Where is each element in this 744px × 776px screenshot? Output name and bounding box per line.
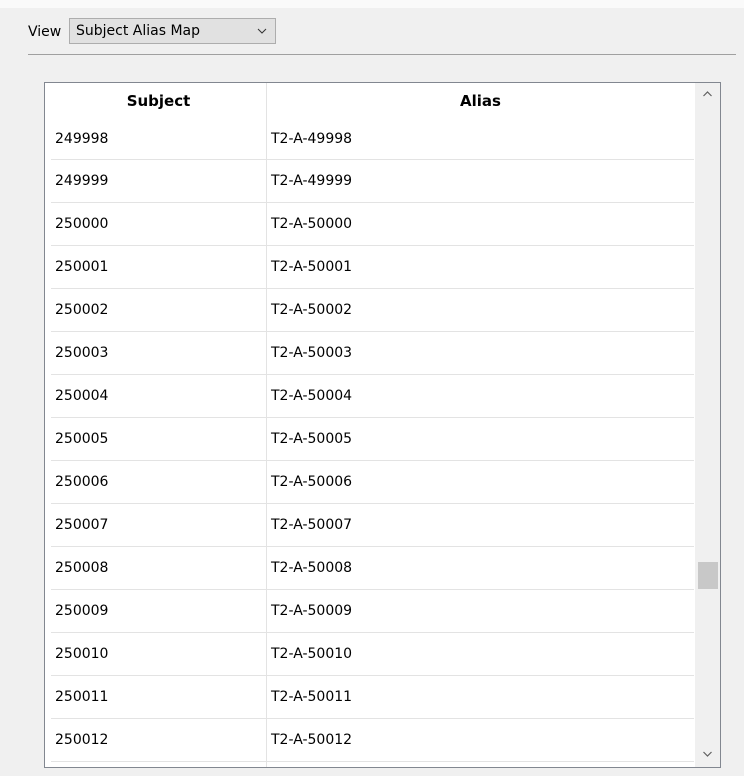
cell-alias: T2-A-50006 bbox=[271, 474, 353, 490]
column-header-alias[interactable]: Alias bbox=[267, 83, 694, 119]
view-select[interactable]: Subject Alias Map bbox=[69, 18, 276, 44]
vertical-scrollbar[interactable] bbox=[695, 83, 720, 767]
window: View Subject Alias Map Subject Alias 249… bbox=[0, 0, 744, 776]
chevron-down-icon bbox=[257, 28, 267, 34]
cell-subject: 250005 bbox=[55, 431, 109, 447]
cell-alias: T2-A-49999 bbox=[271, 173, 353, 189]
table-body: 249998 T2-A-49998 249999 T2-A-49999 250000 T2… bbox=[51, 119, 694, 762]
cell-subject: 249999 bbox=[55, 173, 109, 189]
cell-subject: 250001 bbox=[55, 259, 109, 275]
table-row[interactable]: 250010 T2-A-50010 bbox=[51, 633, 694, 676]
cell-alias: T2-A-50000 bbox=[271, 216, 353, 232]
table-row[interactable]: 250005 T2-A-50005 bbox=[51, 418, 694, 461]
table-row[interactable]: 250003 T2-A-50003 bbox=[51, 332, 694, 375]
cell-alias: T2-A-50002 bbox=[271, 302, 353, 318]
table-grid: Subject Alias 249998 T2-A-49998 249999 T2-A… bbox=[51, 83, 694, 767]
cell-subject: 250002 bbox=[55, 302, 109, 318]
cell-alias: T2-A-50012 bbox=[271, 732, 353, 748]
table-row[interactable]: 250002 T2-A-50002 bbox=[51, 289, 694, 332]
cell-subject: 250008 bbox=[55, 560, 109, 576]
table-row[interactable]: 250006 T2-A-50006 bbox=[51, 461, 694, 504]
table-row[interactable]: 250007 T2-A-50007 bbox=[51, 504, 694, 547]
cell-subject: 249998 bbox=[55, 131, 109, 147]
cell-subject: 250003 bbox=[55, 345, 109, 361]
view-label: View bbox=[28, 24, 62, 40]
table-header: Subject Alias bbox=[51, 83, 694, 119]
cell-alias: T2-A-50007 bbox=[271, 517, 353, 533]
table-row[interactable]: 250012 T2-A-50012 bbox=[51, 719, 694, 762]
cell-subject: 250010 bbox=[55, 646, 109, 662]
cell-subject: 250000 bbox=[55, 216, 109, 232]
cell-alias: T2-A-50008 bbox=[271, 560, 353, 576]
window-top-edge bbox=[0, 0, 744, 8]
column-header-subject[interactable]: Subject bbox=[51, 83, 266, 119]
cell-alias: T2-A-50005 bbox=[271, 431, 353, 447]
cell-alias: T2-A-50010 bbox=[271, 646, 353, 662]
cell-alias: T2-A-50011 bbox=[271, 689, 353, 705]
cell-alias: T2-A-50003 bbox=[271, 345, 353, 361]
cell-subject: 250011 bbox=[55, 689, 109, 705]
cell-alias: T2-A-50004 bbox=[271, 388, 353, 404]
table-row[interactable]: 250004 T2-A-50004 bbox=[51, 375, 694, 418]
cell-alias: T2-A-49998 bbox=[271, 131, 353, 147]
scroll-up-button[interactable] bbox=[695, 83, 720, 107]
scroll-thumb[interactable] bbox=[698, 562, 718, 589]
subject-alias-table: Subject Alias 249998 T2-A-49998 249999 T2-A… bbox=[44, 82, 721, 768]
scroll-down-button[interactable] bbox=[695, 743, 720, 767]
table-row[interactable]: 250001 T2-A-50001 bbox=[51, 246, 694, 289]
table-row[interactable]: 250000 T2-A-50000 bbox=[51, 203, 694, 246]
table-row[interactable]: 250011 T2-A-50011 bbox=[51, 676, 694, 719]
column-divider bbox=[266, 83, 267, 767]
cell-subject: 250007 bbox=[55, 517, 109, 533]
chevron-up-icon bbox=[703, 91, 712, 97]
table-row[interactable]: 249999 T2-A-49999 bbox=[51, 160, 694, 203]
toolbar-separator bbox=[28, 54, 736, 55]
cell-subject: 250006 bbox=[55, 474, 109, 490]
toolbar: View Subject Alias Map bbox=[0, 8, 744, 54]
cell-subject: 250004 bbox=[55, 388, 109, 404]
view-select-value: Subject Alias Map bbox=[76, 23, 201, 39]
cell-subject: 250012 bbox=[55, 732, 109, 748]
cell-subject: 250009 bbox=[55, 603, 109, 619]
cell-alias: T2-A-50009 bbox=[271, 603, 353, 619]
table-row[interactable]: 249998 T2-A-49998 bbox=[51, 119, 694, 160]
cell-alias: T2-A-50001 bbox=[271, 259, 353, 275]
chevron-down-icon bbox=[703, 751, 712, 757]
table-row[interactable]: 250008 T2-A-50008 bbox=[51, 547, 694, 590]
table-row[interactable]: 250009 T2-A-50009 bbox=[51, 590, 694, 633]
